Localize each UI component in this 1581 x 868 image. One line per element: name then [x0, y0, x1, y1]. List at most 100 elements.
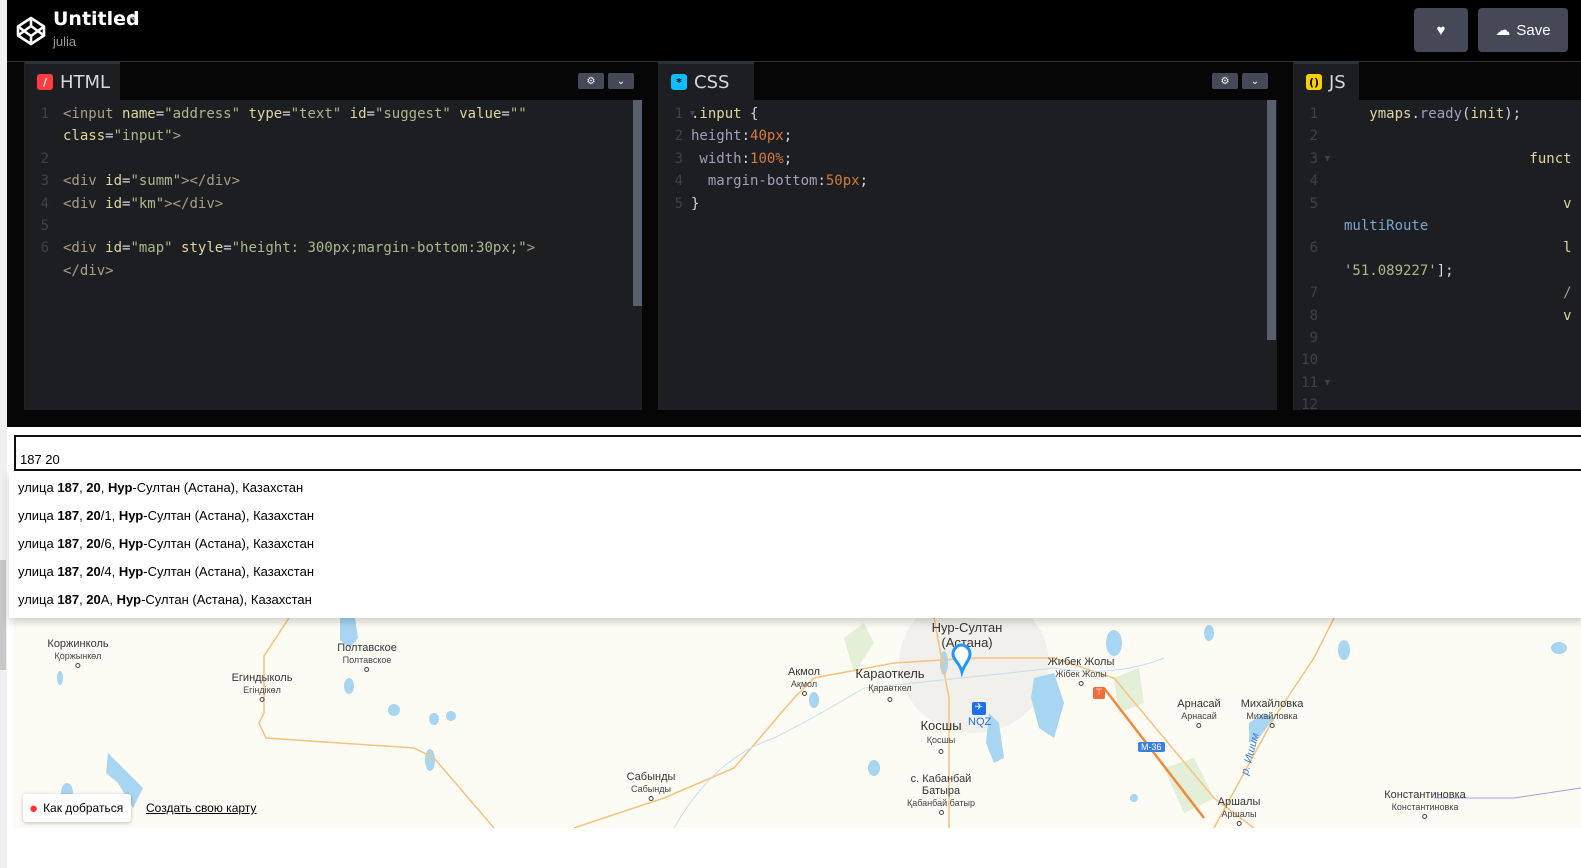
map-place-label[interactable]: Караоткель Қараөткел [855, 666, 925, 702]
code-line: 7 / [1294, 282, 1581, 304]
js-code-editor[interactable]: 1 ymaps.ready(init); 2 3 ▼ funct 4 5 v multiRo… [1294, 100, 1581, 410]
scrollbar-thumb[interactable] [0, 560, 6, 670]
code-text: funct [1344, 148, 1571, 170]
chevron-down-icon[interactable]: ⌄ [1242, 73, 1268, 89]
map-pin-icon[interactable] [950, 643, 976, 681]
code-token: ; [783, 150, 793, 167]
map-place-label[interactable]: Аршалы Аршалы [1217, 796, 1261, 826]
map-place-label[interactable]: Жибек Жолы Жібек Жолы [1048, 656, 1114, 686]
line-number: 1 [40, 106, 49, 122]
map-place-label[interactable]: Полтавское Полтавское [337, 642, 397, 672]
code-token: "height: 300px;margin-bottom:30px;" [231, 240, 527, 257]
line-number: 5 [674, 195, 683, 212]
code-line: 3 ▼ funct [1294, 148, 1581, 170]
lake [868, 760, 880, 776]
create-map-link[interactable]: Создать свою карту [146, 801, 256, 815]
code-token: { [750, 106, 759, 122]
map-place-label[interactable]: Коржинколь Қоржынкөл [47, 638, 109, 668]
suggestion-text: Нур [108, 480, 133, 495]
line-number: 2 [40, 150, 49, 167]
css-code-editor[interactable]: 1 ▼ .input {2 height:40px; 3 width:100%; 4 ma… [659, 100, 1277, 410]
line-number: 5 [40, 218, 49, 234]
map-place-label[interactable]: Акмол Ақмол [788, 666, 820, 696]
fuel-station-icon[interactable]: ⊤ [1093, 687, 1105, 699]
suggestion-item[interactable]: улица 187, 20А, Нур-Султан (Астана), Каз… [9, 583, 1581, 611]
settings-gear-icon[interactable]: ⚙ [578, 73, 604, 89]
map-place-label[interactable]: Константиновка Константиновка [1384, 789, 1466, 819]
like-button[interactable]: ♥ [1414, 8, 1468, 52]
suggestion-item[interactable]: улица 187, 20, Нур-Султан (Астана), Каза… [9, 471, 1581, 499]
suggestion-text: -Султан (Астана), Казахстан [143, 508, 314, 523]
suggestion-item[interactable]: улица 187, 20/1, Нур-Султан (Астана), Ка… [9, 499, 1581, 527]
code-token: v [1344, 195, 1572, 212]
code-line: '51.089227']; [1294, 260, 1581, 282]
suggestion-item[interactable]: улица 187, 20/6, Нур-Султан (Астана), Ка… [9, 527, 1581, 555]
chevron-down-icon[interactable]: ⌄ [608, 73, 634, 89]
place-name: Аршалы [1217, 796, 1261, 808]
place-name-local: Михайловка [1246, 711, 1298, 721]
suggestion-text: улица [18, 508, 58, 523]
airport-icon[interactable]: ✈ [972, 702, 986, 715]
map-place-label[interactable]: Егиндыколь Егіндікөл [232, 672, 292, 702]
tab-js[interactable]: () JS [1294, 62, 1359, 100]
code-token: = [366, 106, 375, 122]
map-base [57, 618, 1581, 828]
place-name: Полтавское [337, 642, 397, 654]
fold-arrow-icon[interactable]: ▼ [1320, 372, 1330, 394]
settings-gear-icon[interactable]: ⚙ [1212, 73, 1238, 89]
code-line: 12 [1294, 394, 1581, 410]
tab-css[interactable]: * CSS [659, 62, 754, 100]
lake [1551, 642, 1567, 654]
suggestion-text: Нур [118, 508, 144, 523]
line-number: 1 [674, 106, 683, 122]
map-place-label[interactable]: Арнасай Арнасай [1177, 698, 1221, 728]
yandex-map[interactable]: Коржинколь Қоржынкөл Полтавское Полтавское Е… [14, 618, 1581, 828]
route-button[interactable]: ● Как добраться [23, 794, 132, 822]
map-place-label[interactable]: Косшы Қосшы [920, 718, 962, 754]
page-scrollbar[interactable] [0, 0, 7, 868]
code-line: 3 width:100%; [659, 148, 1277, 170]
code-token: : [741, 150, 751, 167]
js-braces-icon: () [1306, 74, 1322, 90]
tab-html[interactable]: / HTML [25, 62, 120, 100]
map-place-label[interactable]: Сабынды Сабынды [627, 771, 675, 801]
suggestion-text: 20 [86, 592, 101, 607]
address-suggest-input[interactable]: 187 20 [14, 435, 1581, 471]
code-text: margin-bottom:50px; [691, 170, 868, 192]
code-token: height [691, 128, 742, 145]
place-name: Караоткель [855, 666, 925, 681]
suggestion-text: /6, [100, 536, 119, 551]
place-name: Акмол [787, 666, 821, 678]
html-code-editor[interactable]: 1 <input name="address" type="text" id="s… [25, 100, 642, 410]
place-name-local: Полтавское [342, 655, 392, 665]
code-line: 5 v [1294, 193, 1581, 215]
line-number: 4 [40, 195, 49, 212]
code-text: class="input"> [63, 125, 181, 147]
pen-title[interactable]: Untitled [53, 8, 140, 30]
suggestion-text: Нур [116, 592, 142, 607]
cloud-icon: ☁ [1495, 22, 1511, 39]
code-token: init [1470, 106, 1505, 122]
edit-pencil-icon[interactable]: ✎ [129, 11, 140, 27]
place-name-local: Жібек Жолы [1055, 669, 1107, 679]
code-line: 2 height:40px; [659, 125, 1277, 147]
author-name[interactable]: julia [53, 34, 76, 49]
map-place-label[interactable]: с. Кабанбай Батыра Қабанбай батыр [906, 773, 976, 815]
place-dot-icon [1269, 723, 1275, 728]
code-token: <div [63, 240, 106, 257]
road-number-badge: М-36 [1138, 742, 1165, 752]
code-text: height:40px; [691, 125, 792, 147]
top-bar: Untitled ✎ julia ♥ ☁ Save [7, 0, 1581, 62]
save-button[interactable]: ☁ Save [1478, 8, 1568, 52]
codepen-logo-icon[interactable] [15, 15, 47, 47]
suggestion-text: 20 [86, 564, 101, 579]
resize-bar[interactable] [7, 410, 1581, 427]
suggestion-item[interactable]: улица 187, 20/4, Нур-Султан (Астана), Ка… [9, 555, 1581, 583]
suggestion-text: 187 [57, 508, 80, 523]
map-place-label[interactable]: Михайловка Михайловка [1241, 698, 1303, 728]
css-editor-panel: * CSS ⚙ ⌄ 1 ▼ .input {2 height:40px; 3 width:1… [658, 62, 1277, 410]
fold-arrow-icon[interactable]: ▼ [1320, 148, 1330, 170]
place-dot-icon [1078, 681, 1084, 686]
code-token: ready [1419, 106, 1463, 122]
html-editor-panel: / HTML ⚙ ⌄ 1 <input name="address" type="te… [24, 62, 642, 410]
